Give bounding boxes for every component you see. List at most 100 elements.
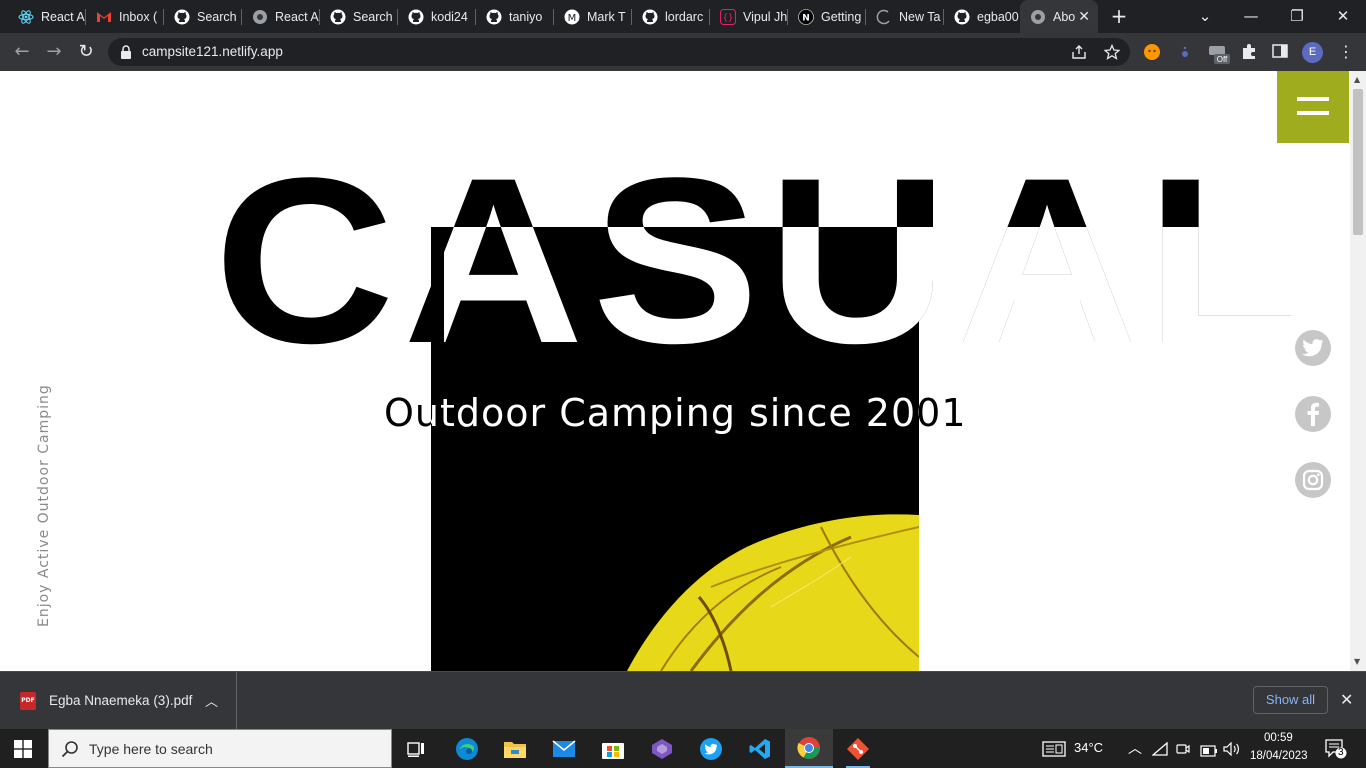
windows-start-icon[interactable] <box>14 740 32 758</box>
github-icon <box>408 9 424 25</box>
microsoft-store-icon[interactable] <box>589 729 637 768</box>
tab-label: Getting <box>821 9 862 24</box>
extensions-puzzle-icon[interactable] <box>1240 43 1258 61</box>
browser-tab[interactable]: New Ta <box>866 0 944 33</box>
browser-tab[interactable]: N Getting <box>788 0 866 33</box>
vscode-icon[interactable] <box>736 729 784 768</box>
profile-avatar[interactable]: E <box>1302 42 1323 63</box>
mail-icon[interactable] <box>540 729 588 768</box>
globe-icon <box>252 9 268 25</box>
chevron-up-tray-icon[interactable]: ︿ <box>1128 738 1142 758</box>
extension-dot-icon[interactable] <box>1176 43 1194 61</box>
windows-taskbar: Type here to search 34°C ︿ 00:59 18/04/2… <box>0 729 1366 768</box>
tab-label: Abo <box>1053 9 1076 24</box>
browser-tab[interactable]: lordarc <box>632 0 710 33</box>
hamburger-menu-button[interactable] <box>1277 71 1349 143</box>
download-shelf: PDF Egba Nnaemeka (3).pdf ︿ Show all ✕ <box>0 671 1366 729</box>
clock-time[interactable]: 00:59 <box>1264 732 1293 744</box>
gmail-icon <box>96 9 112 25</box>
side-panel-icon[interactable] <box>1272 43 1290 61</box>
back-icon[interactable]: ← <box>10 40 34 64</box>
clock-date[interactable]: 18/04/2023 <box>1250 750 1308 762</box>
scroll-up-icon[interactable]: ▲ <box>1354 75 1360 84</box>
download-item[interactable]: PDF Egba Nnaemeka (3).pdf ︿ <box>0 672 237 729</box>
browser-tab[interactable]: egba00 <box>944 0 1022 33</box>
search-placeholder: Type here to search <box>89 741 213 757</box>
power-automate-icon[interactable] <box>638 729 686 768</box>
svg-text:N: N <box>802 13 810 23</box>
volume-icon[interactable] <box>1223 741 1241 760</box>
extension-toggle-icon[interactable]: Off <box>1208 43 1230 64</box>
chevron-up-icon[interactable]: ︿ <box>205 691 218 710</box>
instagram-icon[interactable] <box>1295 462 1331 498</box>
browser-tab[interactable]: React A <box>8 0 86 33</box>
browser-tab[interactable]: React A <box>242 0 320 33</box>
network-icon[interactable] <box>1151 741 1168 760</box>
window-close-icon[interactable]: ✕ <box>1320 0 1366 33</box>
weather-icon[interactable] <box>1042 741 1066 761</box>
bookmark-star-icon[interactable] <box>1103 43 1121 60</box>
browser-tab[interactable]: Search <box>320 0 398 33</box>
download-file-name: Egba Nnaemeka (3).pdf <box>49 693 193 708</box>
tab-label: egba00 <box>977 9 1019 24</box>
react-icon <box>18 9 34 25</box>
github-icon <box>954 9 970 25</box>
tab-label: React A <box>275 9 319 24</box>
browser-tab-active[interactable]: Abo ✕ <box>1020 0 1098 33</box>
show-all-button[interactable]: Show all <box>1253 686 1328 714</box>
tab-search-icon[interactable]: ⌄ <box>1182 0 1228 33</box>
restore-icon[interactable]: ❐ <box>1274 0 1320 33</box>
browser-tab[interactable]: taniyo <box>476 0 554 33</box>
taskbar-search-input[interactable]: Type here to search <box>48 729 392 768</box>
extension-fox-icon[interactable] <box>1143 43 1161 61</box>
github-icon <box>486 9 502 25</box>
close-tab-icon[interactable]: ✕ <box>1078 8 1090 25</box>
browser-tab[interactable]: {} Vipul Jh <box>710 0 788 33</box>
pdf-file-icon: PDF <box>20 692 36 710</box>
svg-text:M: M <box>568 13 577 24</box>
page-scrollbar[interactable]: ▲ ▼ <box>1350 71 1366 671</box>
facebook-icon[interactable] <box>1295 396 1331 432</box>
git-icon[interactable] <box>834 729 882 768</box>
minimize-icon[interactable]: — <box>1228 0 1274 33</box>
menu-line <box>1297 111 1329 115</box>
battery-icon[interactable] <box>1200 742 1218 761</box>
notification-count: 3 <box>1338 747 1344 758</box>
hero-subtitle-overlay: Outdoor Camping since 2001 <box>384 391 967 435</box>
browser-tab[interactable]: M Mark T <box>554 0 632 33</box>
browser-tab[interactable]: Inbox ( <box>86 0 164 33</box>
file-explorer-icon[interactable] <box>491 729 539 768</box>
forward-icon[interactable]: → <box>42 40 66 64</box>
github-icon <box>174 9 190 25</box>
browser-tab[interactable]: Search <box>164 0 242 33</box>
medium-icon: M <box>564 9 580 25</box>
close-shelf-icon[interactable]: ✕ <box>1340 690 1353 709</box>
scroll-down-icon[interactable]: ▼ <box>1354 657 1360 666</box>
new-tab-button[interactable]: + <box>1108 5 1130 27</box>
menu-dots-icon[interactable]: ⋮ <box>1334 40 1358 64</box>
reload-icon[interactable]: ↻ <box>74 40 98 64</box>
vertical-tagline: Enjoy Active Outdoor Camping <box>36 384 52 627</box>
browser-toolbar: ← → ↻ campsite121.netlify.app Off E ⋮ <box>0 33 1366 71</box>
edge-icon[interactable] <box>443 729 491 768</box>
scrollbar-thumb[interactable] <box>1353 89 1363 235</box>
extension-badge: Off <box>1217 55 1228 64</box>
tab-label: Inbox ( <box>119 9 158 24</box>
code-icon: {} <box>720 8 736 25</box>
tab-label: Mark T <box>587 9 626 24</box>
hero-title-wrap: CASUAL CASUAL <box>0 143 1350 379</box>
address-bar[interactable]: campsite121.netlify.app <box>108 38 1130 66</box>
tab-label: Search <box>353 9 393 24</box>
chrome-icon[interactable] <box>785 729 833 768</box>
temperature[interactable]: 34°C <box>1074 740 1103 755</box>
task-view-icon[interactable] <box>392 729 440 768</box>
search-icon <box>61 740 79 762</box>
twitter-icon[interactable] <box>1295 330 1331 366</box>
meet-now-icon[interactable] <box>1176 741 1190 760</box>
share-icon[interactable] <box>1071 44 1087 60</box>
tab-label: Vipul Jh <box>743 9 788 24</box>
browser-tab[interactable]: kodi24 <box>398 0 476 33</box>
twitter-app-icon[interactable] <box>687 729 735 768</box>
url-text: campsite121.netlify.app <box>142 44 283 59</box>
loading-icon <box>876 9 892 25</box>
